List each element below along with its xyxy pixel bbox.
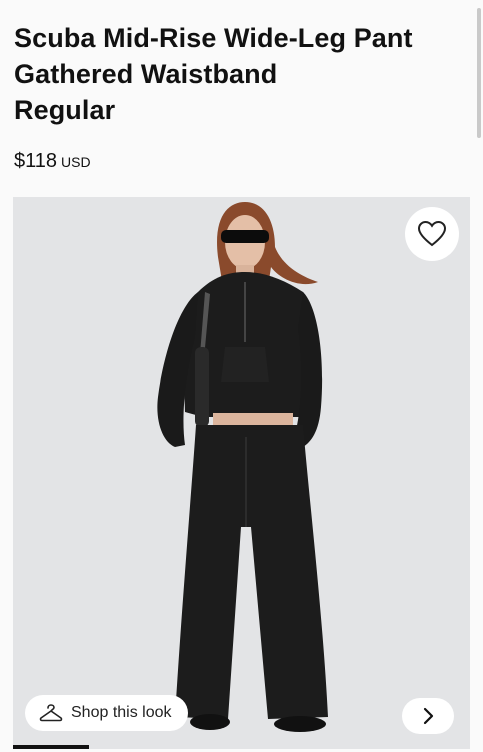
product-title: Scuba Mid-Rise Wide-Leg Pant Gathered Wa… bbox=[14, 20, 454, 128]
price-currency: USD bbox=[61, 154, 91, 170]
product-price: $118 USD bbox=[14, 148, 91, 175]
product-model-photo bbox=[157, 202, 328, 732]
shop-this-look-button[interactable]: Shop this look bbox=[25, 695, 188, 731]
heart-outline-icon bbox=[417, 220, 447, 247]
add-to-wishlist-button[interactable] bbox=[405, 207, 459, 261]
next-image-button[interactable] bbox=[402, 698, 454, 734]
page-scrollbar[interactable] bbox=[477, 8, 481, 138]
gallery-progress-indicator bbox=[13, 745, 89, 749]
product-title-line-3: Regular bbox=[14, 95, 116, 125]
product-image-gallery[interactable]: Shop this look bbox=[13, 197, 470, 749]
shop-this-look-label: Shop this look bbox=[71, 704, 172, 721]
hanger-icon bbox=[39, 704, 63, 722]
chevron-right-icon bbox=[423, 707, 434, 725]
price-amount: $118 bbox=[14, 150, 58, 172]
product-title-line-2: Gathered Waistband bbox=[14, 59, 278, 89]
product-title-line-1: Scuba Mid-Rise Wide-Leg Pant bbox=[14, 23, 413, 53]
